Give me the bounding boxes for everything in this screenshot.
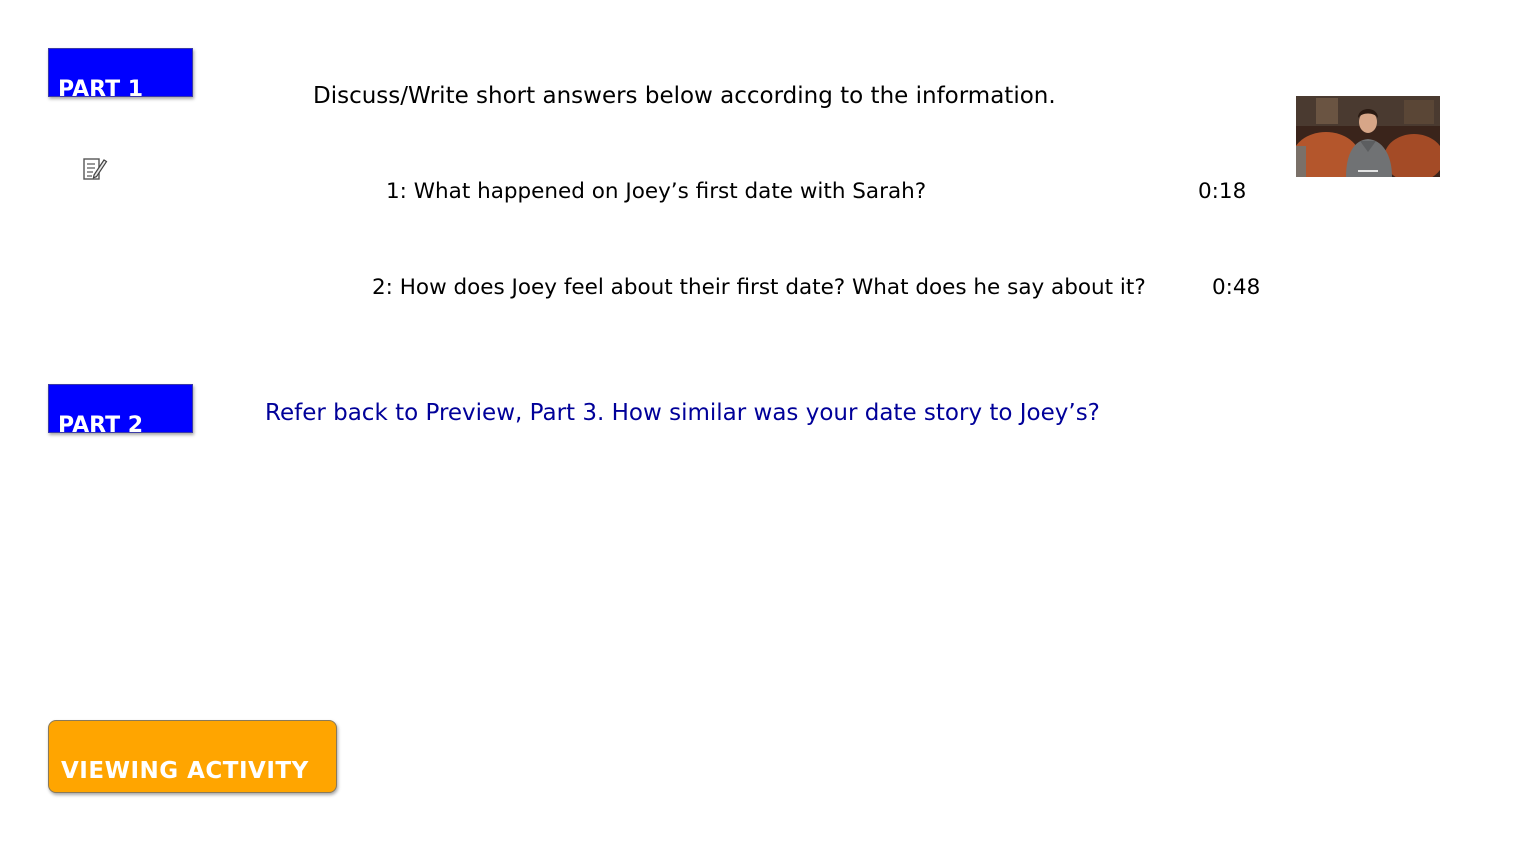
question-2-timestamp[interactable]: 0:48 [1212,275,1260,300]
question-1-timestamp[interactable]: 0:18 [1198,179,1246,204]
question-1: 1: What happened on Joey’s first date wi… [386,179,927,204]
notepad-pencil-icon[interactable] [82,156,108,182]
viewing-activity-label: VIEWING ACTIVITY [61,758,309,784]
part-2-label: PART 2 [58,413,144,438]
question-2: 2: How does Joey feel about their first … [372,275,1146,300]
part-2-tab: PART 2 [48,384,193,437]
video-thumbnail[interactable] [1296,96,1440,177]
part-1-tab: PART 1 [48,48,193,101]
part-2-prompt: Refer back to Preview, Part 3. How simil… [265,400,1100,426]
video-thumbnail-image [1296,96,1440,177]
viewing-activity-button[interactable]: VIEWING ACTIVITY [48,720,337,793]
instruction-text: Discuss/Write short answers below accord… [313,83,1056,109]
part-1-label: PART 1 [58,77,144,102]
